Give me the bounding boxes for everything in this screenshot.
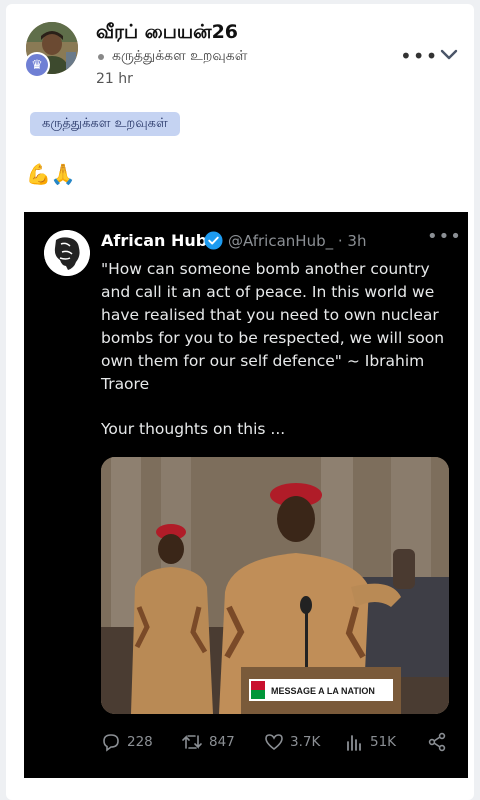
share-stat <box>427 732 453 752</box>
group-line: கருத்துக்கள உறவுகள் <box>96 48 247 66</box>
heart-icon <box>265 734 283 751</box>
tweet-question: Your thoughts on this ... <box>101 420 286 438</box>
tweet-handle: @AfricanHub_ · 3h <box>228 232 367 250</box>
retweet-stat: 847 <box>181 732 235 752</box>
post-time[interactable]: 21 hr <box>96 71 133 87</box>
verified-icon <box>204 231 223 250</box>
tweet-avatar <box>44 230 90 276</box>
retweet-icon <box>182 735 202 749</box>
more-horizontal-icon[interactable]: ••• <box>400 44 438 68</box>
crown-icon: ♛ <box>24 52 50 78</box>
reply-icon <box>103 734 119 752</box>
author-name[interactable]: வீரப் பையன்26 <box>96 21 238 46</box>
tweet-photo: MESSAGE A LA NATION <box>101 457 449 714</box>
group-dot-icon <box>98 54 104 60</box>
podium-sign-text: MESSAGE A LA NATION <box>271 686 375 696</box>
views-icon <box>347 735 361 751</box>
post-card: ♛ வீரப் பையன்26 கருத்துக்கள உறவுகள் 21 h… <box>6 4 474 800</box>
reply-count: 228 <box>127 734 153 750</box>
tweet-author-name: African Hub <box>101 231 208 250</box>
group-name[interactable]: கருத்துக்கள உறவுகள் <box>112 48 247 66</box>
group-tag[interactable]: கருத்துக்கள உறவுகள் <box>30 112 180 136</box>
like-count: 3.7K <box>290 734 321 750</box>
tweet-more-icon: ••• <box>427 226 462 247</box>
reply-stat: 228 <box>101 732 153 752</box>
retweet-count: 847 <box>209 734 235 750</box>
embedded-tweet-image[interactable]: African Hub @AfricanHub_ · 3h ••• "How c… <box>24 212 468 778</box>
tweet-text: "How can someone bomb another country an… <box>101 260 445 393</box>
tweet-stats: 228 847 3.7K 51K <box>101 732 456 756</box>
post-emojis: 💪🙏 <box>26 162 76 186</box>
views-count: 51K <box>370 734 397 750</box>
views-stat: 51K <box>346 732 396 752</box>
chevron-down-icon[interactable] <box>440 48 458 62</box>
share-icon <box>428 732 446 752</box>
like-stat: 3.7K <box>264 732 320 752</box>
